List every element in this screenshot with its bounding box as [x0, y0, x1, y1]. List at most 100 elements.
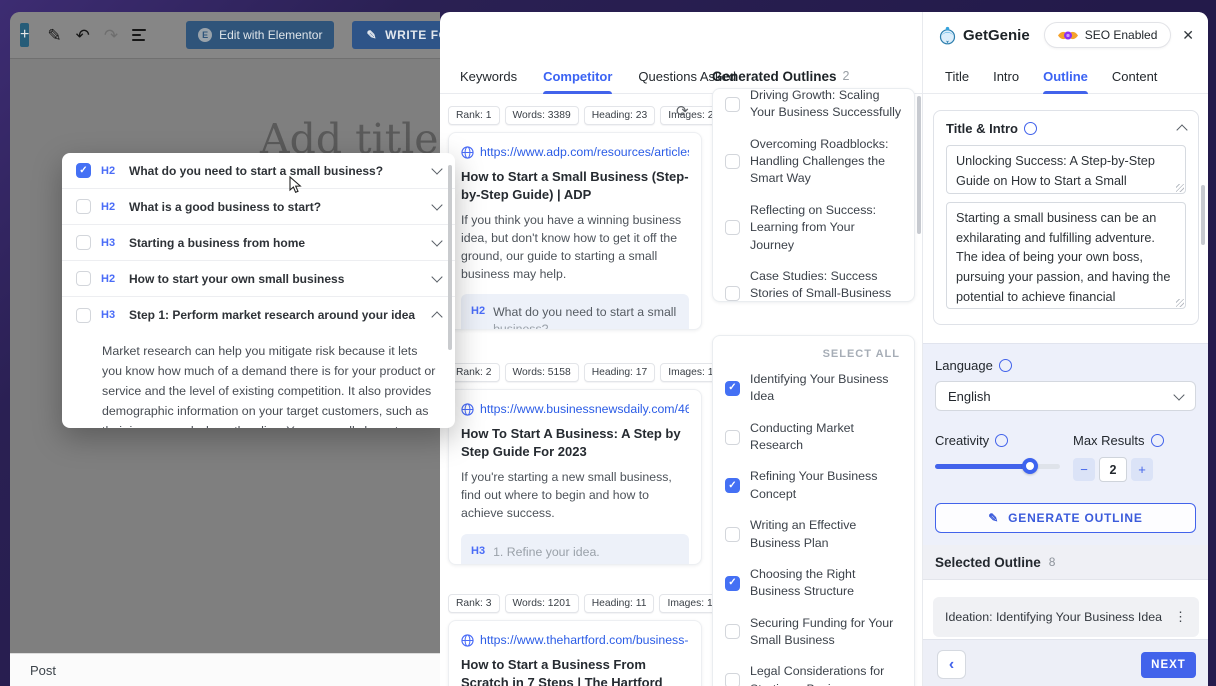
chevron-down-icon[interactable] [431, 271, 443, 283]
outline-row[interactable]: ✓ H2 What do you need to start a small b… [62, 153, 455, 189]
checkbox-unchecked[interactable] [76, 307, 91, 323]
title-intro-label: Title & Intro [946, 121, 1018, 136]
info-icon[interactable] [1150, 434, 1164, 447]
outline-option[interactable]: ✓ Refining Your Business Concept [713, 461, 914, 510]
snippet-tag: H2 [471, 305, 486, 318]
tab-title[interactable]: Title [945, 58, 969, 94]
outline-row[interactable]: H2 How to start your own small business [62, 261, 455, 297]
outline-option[interactable]: ✓ Identifying Your Business Idea [713, 364, 914, 413]
slider-thumb[interactable] [1022, 458, 1038, 474]
outline-option[interactable]: Writing an Effective Business Plan [713, 510, 914, 559]
select-all-link[interactable]: SELECT ALL [713, 336, 914, 364]
write-button-label: WRITE FOR M [385, 28, 440, 42]
info-icon[interactable] [998, 359, 1012, 372]
list-view-icon[interactable] [132, 29, 147, 41]
competitor-url[interactable]: https://www.adp.com/resources/articles-a… [461, 145, 689, 159]
pencil-tool-icon[interactable]: ✎ [47, 27, 61, 44]
back-button[interactable]: ‹ [937, 650, 966, 679]
competitor-card: https://www.adp.com/resources/articles-a… [448, 132, 702, 330]
checkbox-unchecked[interactable] [725, 673, 740, 686]
outline-option[interactable]: Legal Considerations for Starting a Busi… [713, 656, 914, 686]
decrement-button[interactable]: − [1073, 458, 1095, 481]
chevron-down-icon[interactable] [431, 163, 443, 175]
outline-option-label: Case Studies: Success Stories of Small-B… [750, 268, 892, 301]
sidebar-scrollbar[interactable] [1201, 185, 1205, 245]
pencil-icon: ✎ [988, 511, 1000, 525]
max-results-value[interactable]: 2 [1099, 457, 1127, 482]
checkbox-unchecked[interactable] [725, 154, 740, 170]
checkbox-unchecked[interactable] [76, 199, 91, 214]
checkbox-unchecked[interactable] [725, 220, 740, 236]
close-icon[interactable]: ✕ [1182, 27, 1194, 44]
checkbox-checked[interactable]: ✓ [725, 575, 740, 591]
block-inserter-button[interactable]: + [20, 23, 30, 47]
outline-option-label: Refining Your Business Concept [750, 469, 878, 501]
creativity-slider[interactable] [935, 458, 1060, 474]
tab-intro[interactable]: Intro [993, 58, 1019, 94]
snippet-tag: H3 [471, 544, 486, 557]
panel-scrollbar[interactable] [448, 165, 452, 350]
outline-row[interactable]: H3 Starting a business from home [62, 225, 455, 261]
chevron-down-icon[interactable] [431, 199, 443, 211]
intro-textarea[interactable]: Starting a small business can be an exhi… [946, 202, 1186, 309]
checkbox-unchecked[interactable] [725, 527, 740, 543]
resize-grip[interactable] [1176, 184, 1184, 192]
outline-option[interactable]: Overcoming Roadblocks: Handling Challeng… [713, 129, 914, 195]
globe-icon [461, 633, 474, 647]
chevron-down-icon[interactable] [431, 235, 443, 247]
language-select[interactable]: English [935, 381, 1196, 411]
edit-with-elementor-button[interactable]: E Edit with Elementor [186, 21, 335, 49]
info-icon[interactable] [1023, 122, 1037, 135]
checkbox-unchecked[interactable] [725, 96, 740, 112]
chevron-up-icon[interactable] [431, 310, 443, 323]
outline-option[interactable]: Conducting Market Research [713, 413, 914, 462]
tab-outline[interactable]: Outline [1043, 58, 1088, 94]
checkbox-unchecked[interactable] [725, 624, 740, 640]
collapse-chevron-icon[interactable] [1176, 124, 1188, 136]
checkbox-unchecked[interactable] [725, 429, 740, 445]
competitor-card: https://www.thehartford.com/business-ins… [448, 620, 702, 686]
heading-tag: H2 [101, 272, 116, 285]
competitor-title: How To Start A Business: A Step by Step … [461, 426, 681, 459]
title-textarea[interactable]: Unlocking Success: A Step-by-Step Guide … [946, 145, 1186, 194]
checkbox-unchecked[interactable] [76, 235, 91, 250]
competitor-url[interactable]: https://www.businessnewsdaily.com/4686-h… [461, 402, 689, 416]
outline-option[interactable]: Securing Funding for Your Small Business [713, 608, 914, 657]
seo-enabled-badge[interactable]: SEO Enabled [1043, 22, 1172, 48]
tab-keywords[interactable]: Keywords [460, 58, 517, 94]
outline-option[interactable]: Reflecting on Success: Learning from You… [713, 195, 914, 261]
rank-badge: Rank: 3 [448, 594, 500, 613]
outline-row-body: Market research can help you mitigate ri… [102, 344, 436, 428]
resize-grip[interactable] [1176, 299, 1184, 307]
outlines-scrollbar[interactable] [917, 96, 921, 234]
outline-option[interactable]: ✓ Choosing the Right Business Structure [713, 559, 914, 608]
next-button[interactable]: NEXT [1141, 652, 1196, 678]
heading-badge: Heading: 17 [583, 363, 656, 382]
tab-content[interactable]: Content [1112, 58, 1158, 94]
checkbox-checked[interactable]: ✓ [725, 478, 740, 494]
competitor-description: If you think you have a winning business… [461, 213, 682, 281]
outline-row[interactable]: H2 What is a good business to start? [62, 189, 455, 225]
increment-button[interactable]: + [1131, 458, 1153, 481]
tab-competitor[interactable]: Competitor [543, 58, 613, 94]
outline-row-expanded[interactable]: H3 Step 1: Perform market research aroun… [62, 297, 455, 333]
undo-icon[interactable]: ↶ [76, 27, 90, 44]
write-for-me-button[interactable]: ✎ WRITE FOR M [352, 21, 440, 49]
checkbox-checked[interactable]: ✓ [725, 380, 740, 396]
competitor-url[interactable]: https://www.thehartford.com/business-ins… [461, 633, 689, 647]
competitor-badges: Rank: 3 Words: 1201 Heading: 11 Images: … [448, 594, 721, 613]
checkbox-checked[interactable]: ✓ [76, 163, 91, 178]
generate-outline-button[interactable]: ✎ GENERATE OUTLINE [935, 503, 1196, 533]
outline-option[interactable]: Driving Growth: Scaling Your Business Su… [713, 89, 914, 129]
outline-option[interactable]: Case Studies: Success Stories of Small-B… [713, 261, 914, 301]
selected-outline-item[interactable]: Ideation: Identifying Your Business Idea… [933, 597, 1199, 637]
kebab-menu-icon[interactable]: ⋮ [1174, 609, 1187, 625]
checkbox-unchecked[interactable] [725, 286, 740, 301]
outline-group-card: Driving Growth: Scaling Your Business Su… [712, 88, 915, 302]
redo-icon[interactable]: ↷ [104, 27, 118, 44]
refresh-icon[interactable]: ⟳ [676, 102, 689, 120]
competitor-description: If you're starting a new small business,… [461, 470, 672, 520]
outline-option-label: Legal Considerations for Starting a Busi… [750, 664, 885, 686]
checkbox-unchecked[interactable] [76, 271, 91, 286]
info-icon[interactable] [995, 434, 1009, 447]
